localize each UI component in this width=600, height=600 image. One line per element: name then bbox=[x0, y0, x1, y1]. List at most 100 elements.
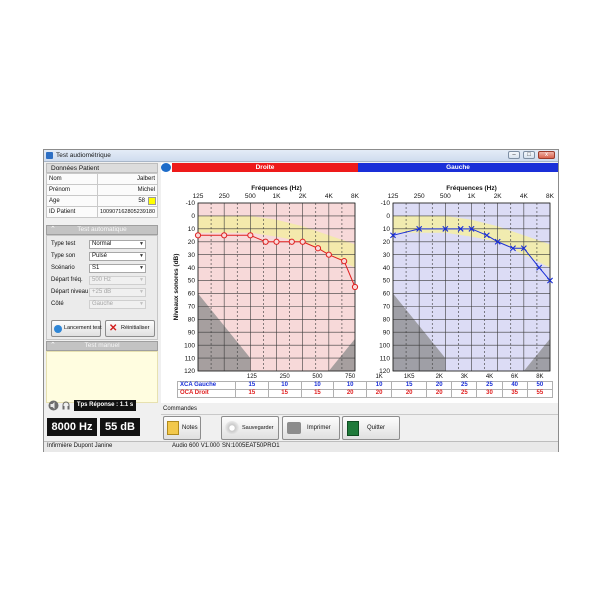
left-y-tick-label: 80 bbox=[383, 317, 391, 324]
disc-icon bbox=[225, 421, 239, 435]
start-frequency-select[interactable]: 500 Hz ▼ bbox=[89, 276, 146, 285]
manual-test-header[interactable]: ⌃ Test manuel bbox=[46, 341, 158, 351]
threshold-cell[interactable]: 10 bbox=[333, 381, 368, 390]
threshold-cell[interactable]: 55 bbox=[526, 389, 554, 398]
help-icon[interactable] bbox=[161, 163, 171, 172]
right-x-tick-label: 1K bbox=[273, 193, 282, 200]
threshold-cell[interactable]: 15 bbox=[391, 381, 428, 390]
threshold-cell[interactable]: 15 bbox=[267, 389, 302, 398]
right-ear-banner: Droite bbox=[172, 163, 358, 172]
threshold-corner bbox=[178, 374, 236, 382]
left-y-tick-label: 20 bbox=[383, 239, 391, 246]
threshold-cell[interactable]: 20 bbox=[333, 389, 368, 398]
close-button[interactable]: x bbox=[538, 151, 555, 159]
sound-type-select[interactable]: Pulsé ▼ bbox=[89, 252, 146, 261]
right-data-point bbox=[288, 238, 295, 245]
threshold-table-header: 125 250 500 750 1K 1K5 2K 3K 4K 6K 8K bbox=[178, 374, 553, 382]
threshold-freq-header: 1K bbox=[375, 374, 383, 380]
left-panel: Données Patient Nom Jalbert Prénom Miche… bbox=[46, 163, 159, 403]
threshold-cell[interactable]: 20 bbox=[426, 389, 453, 398]
threshold-cell[interactable]: 40 bbox=[501, 381, 528, 390]
threshold-freq-header: 3K bbox=[460, 374, 469, 380]
print-label: Imprimer bbox=[307, 425, 331, 431]
threshold-cell[interactable]: 15 bbox=[235, 381, 269, 390]
patient-name-value[interactable]: Jalbert bbox=[96, 173, 159, 185]
threshold-row-label: OCA Droit bbox=[177, 389, 236, 398]
title-bar: Test audiométrique – □ x bbox=[44, 150, 558, 162]
test-type-value: Normal bbox=[92, 241, 112, 247]
right-y-tick-label: 90 bbox=[188, 329, 196, 336]
threshold-cell[interactable]: 15 bbox=[235, 389, 269, 398]
frequency-readout: 8000 Hz bbox=[47, 418, 97, 436]
patient-age-text: 58 bbox=[138, 198, 145, 204]
start-test-button[interactable]: Lancement test bbox=[51, 320, 102, 337]
right-audiogram[interactable]: -100102030405060708090100110120125 250 500… bbox=[173, 185, 360, 375]
threshold-cell[interactable]: 10 bbox=[267, 381, 302, 390]
window-title: Test audiométrique bbox=[56, 152, 111, 159]
right-y-tick-label: 80 bbox=[188, 317, 196, 324]
right-x-tick-label: 250 bbox=[219, 193, 230, 200]
quit-button[interactable]: Quitter bbox=[342, 416, 400, 440]
right-data-point bbox=[325, 251, 332, 258]
right-x-tick-label: 2K bbox=[299, 193, 308, 200]
threshold-row-text: CA Droit bbox=[184, 390, 209, 396]
commands-divider bbox=[161, 414, 558, 415]
left-y-tick-label: 100 bbox=[379, 342, 390, 349]
patient-firstname-label: Prénom bbox=[46, 184, 98, 196]
threshold-cell[interactable]: 15 bbox=[300, 389, 335, 398]
threshold-cell[interactable]: 35 bbox=[501, 389, 528, 398]
threshold-cell[interactable]: 25 bbox=[451, 381, 478, 390]
threshold-freq-header: 500 bbox=[312, 374, 323, 380]
response-time-display: Tps Réponse : 1.1 s bbox=[74, 400, 136, 411]
start-level-select[interactable]: +25 dB ▼ bbox=[89, 288, 146, 297]
threshold-cell[interactable]: 10 bbox=[300, 381, 335, 390]
patient-age-value[interactable]: 58 bbox=[96, 195, 159, 207]
left-x-tick-label: 2K bbox=[494, 193, 503, 200]
patient-name-label: Nom bbox=[46, 173, 98, 185]
threshold-cell[interactable]: 50 bbox=[526, 381, 554, 390]
left-x-tick-label: 8K bbox=[546, 193, 555, 200]
threshold-cell[interactable]: 25 bbox=[451, 389, 478, 398]
dropdown-arrow-icon: ▼ bbox=[139, 277, 144, 283]
threshold-cell[interactable]: 30 bbox=[476, 389, 503, 398]
status-serial: SN:1005EAT50PRO1 bbox=[222, 443, 280, 449]
side-select[interactable]: Gauche ▼ bbox=[89, 300, 146, 309]
right-data-point bbox=[351, 283, 359, 291]
scenario-value: S1 bbox=[92, 265, 100, 271]
left-audiogram[interactable]: -100102030405060708090100110120125 250 500… bbox=[379, 185, 554, 375]
reset-button[interactable]: ✕ Réinitialiser bbox=[105, 320, 155, 337]
test-type-select[interactable]: Normal ▼ bbox=[89, 240, 146, 249]
patient-table: Nom Jalbert Prénom Michel Age 58 ID Pati… bbox=[46, 173, 159, 218]
threshold-cell[interactable]: 10 bbox=[366, 381, 393, 390]
notes-button[interactable]: Notes bbox=[163, 416, 201, 440]
threshold-cell[interactable]: 25 bbox=[476, 381, 503, 390]
patient-row-firstname: Prénom Michel bbox=[46, 184, 159, 196]
threshold-freq-header: 6K bbox=[510, 374, 519, 380]
threshold-cell[interactable]: 20 bbox=[426, 381, 453, 390]
threshold-freq-header: 250 bbox=[279, 374, 290, 380]
left-x-tick-label: 500 bbox=[440, 193, 451, 200]
threshold-freq-header: 750 bbox=[345, 374, 356, 380]
reset-label: Réinitialiser bbox=[121, 325, 150, 331]
scenario-select[interactable]: S1 ▼ bbox=[89, 264, 146, 273]
patient-row-name: Nom Jalbert bbox=[46, 173, 159, 185]
minimize-button[interactable]: – bbox=[508, 151, 520, 159]
auto-test-header[interactable]: ⌃ Test automatique bbox=[46, 225, 158, 235]
cross-icon: ✕ bbox=[109, 323, 118, 334]
print-button[interactable]: Imprimer bbox=[282, 416, 340, 440]
patient-id-value[interactable]: 100907162805239180 bbox=[96, 206, 159, 218]
threshold-freq-header: 125 bbox=[246, 374, 257, 380]
threshold-cell[interactable]: 20 bbox=[366, 389, 393, 398]
patient-firstname-value[interactable]: Michel bbox=[96, 184, 159, 196]
speaker-icon[interactable] bbox=[48, 400, 59, 411]
maximize-button[interactable]: □ bbox=[523, 151, 535, 159]
save-button[interactable]: Sauvegarder bbox=[221, 416, 279, 440]
left-y-tick-label: 110 bbox=[380, 355, 391, 362]
save-label: Sauvegarder bbox=[242, 425, 274, 431]
right-y-tick-label: 60 bbox=[188, 291, 196, 298]
threshold-cell[interactable]: 20 bbox=[391, 389, 428, 398]
start-frequency-label: Départ fréq. bbox=[51, 277, 83, 283]
right-y-axis-title: Niveaux sonores (dB) bbox=[173, 254, 180, 321]
level-readout: 55 dB bbox=[100, 418, 140, 436]
sound-type-value: Pulsé bbox=[92, 253, 108, 259]
